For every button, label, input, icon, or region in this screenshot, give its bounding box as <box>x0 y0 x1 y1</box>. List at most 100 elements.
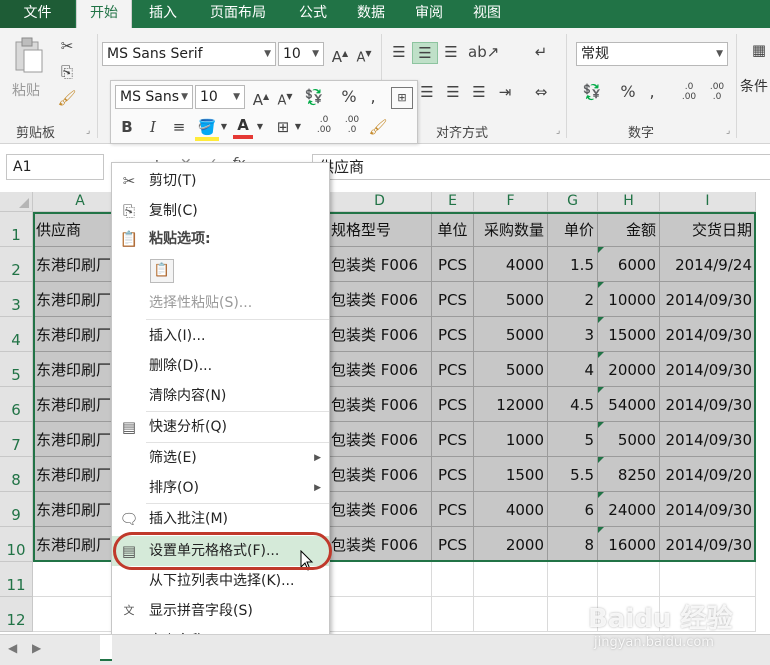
paste-button[interactable]: 粘贴 <box>10 36 50 102</box>
empty-cell[interactable] <box>432 597 474 632</box>
select-all-corner[interactable] <box>0 192 33 212</box>
wrap-text-icon[interactable]: ↵ <box>528 42 554 62</box>
align-middle-icon[interactable]: ☰ <box>412 42 438 64</box>
decrease-decimal-icon[interactable]: .00.0 <box>706 82 728 102</box>
sheet-tab[interactable] <box>100 635 112 661</box>
empty-cell[interactable] <box>432 562 474 597</box>
tab-insert[interactable]: 插入 <box>134 0 192 28</box>
tab-data[interactable]: 数据 <box>344 0 398 28</box>
font-size-combo[interactable]: 10 ▼ <box>278 42 324 66</box>
empty-cell[interactable] <box>328 562 432 597</box>
menu-item-pick-from-list[interactable]: 从下拉列表中选择(K)... <box>112 566 329 596</box>
menu-item-clear-contents[interactable]: 清除内容(N) <box>112 381 329 411</box>
mini-format-painter-icon[interactable]: 🖌 <box>367 117 389 137</box>
align-left-icon[interactable]: ☰ <box>416 82 438 102</box>
column-header-f[interactable]: F <box>474 192 548 212</box>
cut-icon[interactable]: ✂ <box>56 36 78 56</box>
formula-input[interactable]: 供应商 <box>312 154 770 180</box>
menu-item-show-phonetic[interactable]: 文 显示拼音字段(S) <box>112 596 329 626</box>
menu-item-filter[interactable]: 筛选(E) ▶ <box>112 443 329 473</box>
paste-option-icon[interactable]: 📋 <box>150 259 174 283</box>
number-format-combo[interactable]: 常规 ▼ <box>576 42 728 66</box>
name-box[interactable]: A1 <box>6 154 104 180</box>
row-header-8[interactable]: 8 <box>0 457 33 492</box>
row-header-3[interactable]: 3 <box>0 282 33 317</box>
align-top-icon[interactable]: ☰ <box>388 42 410 62</box>
row-header-12[interactable]: 12 <box>0 597 33 632</box>
empty-cell[interactable] <box>474 562 548 597</box>
menu-item-copy[interactable]: ⎘ 复制(C) <box>112 196 329 226</box>
menu-item-quick-analysis[interactable]: ▤ 快速分析(Q) <box>112 412 329 442</box>
tab-file[interactable]: 文件 <box>0 0 75 28</box>
mini-percent-icon[interactable]: % <box>339 87 359 107</box>
empty-cell[interactable] <box>328 597 432 632</box>
mini-borders-icon[interactable]: ⊞ <box>273 117 293 137</box>
mini-fill-color-icon[interactable]: 🪣 <box>195 117 219 141</box>
empty-cell[interactable] <box>660 562 756 597</box>
font-name-combo[interactable]: MS Sans Serif ▼ <box>102 42 276 66</box>
mini-shrink-font-icon[interactable]: A▼ <box>275 87 295 111</box>
row-header-1[interactable]: 1 <box>0 212 33 247</box>
number-launcher-icon[interactable]: ⌟ <box>726 126 730 136</box>
column-header-d[interactable]: D <box>328 192 432 212</box>
mini-align-center-icon[interactable]: ≡ <box>169 117 189 137</box>
align-center-icon[interactable]: ☰ <box>442 82 464 102</box>
column-header-g[interactable]: G <box>548 192 598 212</box>
tab-view[interactable]: 视图 <box>460 0 514 28</box>
column-header-e[interactable]: E <box>432 192 474 212</box>
comma-icon[interactable]: , <box>644 82 660 102</box>
menu-item-insert-comment[interactable]: 🗨 插入批注(M) <box>112 504 329 534</box>
scroll-right-icon[interactable]: ▶ <box>32 641 41 655</box>
merge-center-icon[interactable]: ⇔ <box>528 82 554 102</box>
empty-cell[interactable] <box>474 597 548 632</box>
menu-item-insert[interactable]: 插入(I)... <box>112 321 329 351</box>
mini-italic-button[interactable]: I <box>143 117 163 137</box>
row-header-9[interactable]: 9 <box>0 492 33 527</box>
chevron-down-icon[interactable]: ▼ <box>293 117 303 137</box>
scroll-left-icon[interactable]: ◀ <box>8 641 17 655</box>
row-header-4[interactable]: 4 <box>0 317 33 352</box>
align-bottom-icon[interactable]: ☰ <box>440 42 462 62</box>
conditional-format-icon[interactable]: ▦ <box>748 40 770 60</box>
row-header-6[interactable]: 6 <box>0 387 33 422</box>
tab-home[interactable]: 开始 <box>76 0 132 28</box>
currency-icon[interactable]: 💱 <box>578 82 606 102</box>
empty-cell[interactable] <box>598 562 660 597</box>
indent-icon[interactable]: ⇥ <box>494 82 516 102</box>
mini-increase-decimal-icon[interactable]: .0.00 <box>313 115 335 135</box>
grow-font-icon[interactable]: A▲ <box>330 44 350 67</box>
copy-icon[interactable]: ⎘ <box>56 62 78 82</box>
menu-item-sort[interactable]: 排序(O) ▶ <box>112 473 329 503</box>
empty-cell[interactable] <box>548 562 598 597</box>
row-header-2[interactable]: 2 <box>0 247 33 282</box>
mini-decrease-decimal-icon[interactable]: .00.0 <box>341 115 363 135</box>
percent-icon[interactable]: % <box>618 82 638 102</box>
mini-currency-icon[interactable]: 💱 <box>301 87 327 107</box>
menu-item-cut[interactable]: ✂ 剪切(T) <box>112 166 329 196</box>
conditional-format-label[interactable]: 条件 <box>740 76 768 96</box>
row-header-5[interactable]: 5 <box>0 352 33 387</box>
tab-review[interactable]: 审阅 <box>402 0 456 28</box>
alignment-launcher-icon[interactable]: ⌟ <box>556 126 560 136</box>
tab-formulas[interactable]: 公式 <box>286 0 340 28</box>
column-header-h[interactable]: H <box>598 192 660 212</box>
menu-item-delete[interactable]: 删除(D)... <box>112 351 329 381</box>
tab-page-layout[interactable]: 页面布局 <box>196 0 280 28</box>
shrink-font-icon[interactable]: A▼ <box>354 44 374 68</box>
format-painter-icon[interactable]: 🖌 <box>56 88 78 108</box>
menu-item-paste-special[interactable]: 选择性粘贴(S)... <box>112 288 329 318</box>
mini-font-color-icon[interactable]: A <box>233 115 253 139</box>
row-header-10[interactable]: 10 <box>0 527 33 562</box>
mini-font-size-combo[interactable]: 10 ▼ <box>195 85 245 109</box>
row-header-7[interactable]: 7 <box>0 422 33 457</box>
mini-font-name-combo[interactable]: MS Sans ▼ <box>115 85 193 109</box>
align-right-icon[interactable]: ☰ <box>468 82 490 102</box>
column-header-i[interactable]: I <box>660 192 756 212</box>
mini-comma-icon[interactable]: , <box>365 87 381 107</box>
clipboard-launcher-icon[interactable]: ⌟ <box>86 126 90 136</box>
mini-grow-font-icon[interactable]: A▲ <box>251 87 271 110</box>
mini-bold-button[interactable]: B <box>117 117 137 137</box>
increase-decimal-icon[interactable]: .0.00 <box>678 82 700 102</box>
mini-format-cells-icon[interactable]: ⊞ <box>391 87 413 109</box>
row-header-11[interactable]: 11 <box>0 562 33 597</box>
